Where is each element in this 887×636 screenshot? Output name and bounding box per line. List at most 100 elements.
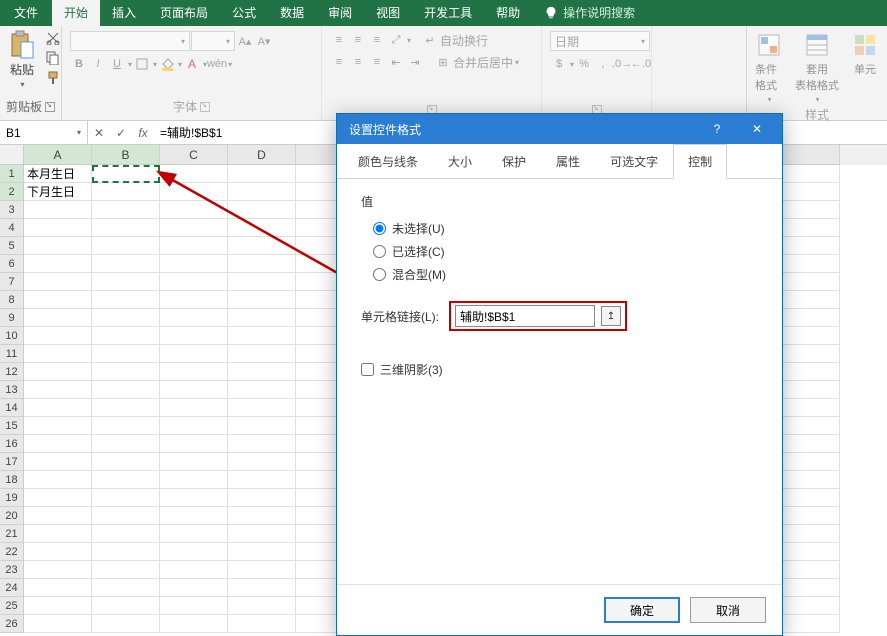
tab-review[interactable]: 审阅 <box>316 0 364 26</box>
row-header-15[interactable]: 15 <box>0 417 24 435</box>
cell[interactable] <box>24 219 92 237</box>
phonetic-button[interactable]: wén <box>208 55 226 73</box>
wrap-text-button[interactable]: ↵ <box>421 31 439 49</box>
cell[interactable] <box>24 381 92 399</box>
cell[interactable] <box>160 309 228 327</box>
tab-properties[interactable]: 属性 <box>541 144 595 179</box>
cell[interactable] <box>92 255 160 273</box>
cell[interactable] <box>92 543 160 561</box>
cell[interactable] <box>228 543 296 561</box>
row-header-17[interactable]: 17 <box>0 453 24 471</box>
tab-insert[interactable]: 插入 <box>100 0 148 26</box>
font-name-combo[interactable]: ▾ <box>70 31 190 51</box>
cell[interactable] <box>24 273 92 291</box>
cell[interactable] <box>160 255 228 273</box>
tab-file[interactable]: 文件 <box>0 0 52 26</box>
comma-button[interactable]: , <box>594 55 612 73</box>
cell[interactable]: 本月生日 <box>24 165 92 183</box>
cell[interactable] <box>228 273 296 291</box>
cell[interactable] <box>92 363 160 381</box>
tab-formulas[interactable]: 公式 <box>220 0 268 26</box>
row-header-23[interactable]: 23 <box>0 561 24 579</box>
tell-me[interactable]: 操作说明搜索 <box>532 0 647 26</box>
conditional-format-button[interactable]: 条件格式▾ <box>751 29 787 106</box>
cell[interactable] <box>228 345 296 363</box>
cell[interactable] <box>160 219 228 237</box>
tab-home[interactable]: 开始 <box>52 0 100 26</box>
tab-protect[interactable]: 保护 <box>487 144 541 179</box>
tab-help[interactable]: 帮助 <box>484 0 532 26</box>
cell[interactable] <box>228 291 296 309</box>
row-header-11[interactable]: 11 <box>0 345 24 363</box>
cell[interactable] <box>160 507 228 525</box>
cell[interactable] <box>160 291 228 309</box>
percent-button[interactable]: % <box>575 55 593 73</box>
cell[interactable] <box>92 615 160 633</box>
row-header-10[interactable]: 10 <box>0 327 24 345</box>
cell[interactable] <box>228 579 296 597</box>
italic-button[interactable]: I <box>89 55 107 73</box>
cell[interactable] <box>24 399 92 417</box>
cell[interactable] <box>92 345 160 363</box>
fill-color-button[interactable] <box>158 55 176 73</box>
cell[interactable] <box>92 399 160 417</box>
cell[interactable] <box>160 399 228 417</box>
row-header-18[interactable]: 18 <box>0 471 24 489</box>
tab-view[interactable]: 视图 <box>364 0 412 26</box>
enter-formula-button[interactable]: ✓ <box>110 122 132 144</box>
font-launcher[interactable] <box>200 102 210 112</box>
row-header-13[interactable]: 13 <box>0 381 24 399</box>
cell[interactable] <box>160 525 228 543</box>
row-header-26[interactable]: 26 <box>0 615 24 633</box>
cell[interactable] <box>24 417 92 435</box>
merge-button[interactable]: ⊞ <box>434 53 452 71</box>
cell[interactable] <box>160 417 228 435</box>
cell[interactable] <box>228 453 296 471</box>
cell[interactable] <box>92 507 160 525</box>
cell[interactable] <box>228 507 296 525</box>
tab-developer[interactable]: 开发工具 <box>412 0 484 26</box>
cell[interactable] <box>92 201 160 219</box>
row-header-7[interactable]: 7 <box>0 273 24 291</box>
row-header-6[interactable]: 6 <box>0 255 24 273</box>
cell[interactable] <box>92 291 160 309</box>
cell[interactable] <box>160 201 228 219</box>
cell[interactable] <box>24 579 92 597</box>
cell[interactable] <box>228 165 296 183</box>
cell[interactable] <box>160 489 228 507</box>
select-all-corner[interactable] <box>0 145 24 165</box>
cell[interactable] <box>92 597 160 615</box>
cell[interactable] <box>228 309 296 327</box>
cell[interactable] <box>92 435 160 453</box>
cell-styles-button[interactable]: 单元 <box>847 29 883 79</box>
cell[interactable] <box>160 435 228 453</box>
row-header-25[interactable]: 25 <box>0 597 24 615</box>
accounting-button[interactable]: $ <box>550 55 568 73</box>
cell[interactable] <box>92 561 160 579</box>
tab-color-lines[interactable]: 颜色与线条 <box>343 144 433 179</box>
cell[interactable] <box>24 327 92 345</box>
underline-button[interactable]: U <box>108 55 126 73</box>
number-format-combo[interactable]: 日期▾ <box>550 31 650 51</box>
cell[interactable] <box>160 165 228 183</box>
cell[interactable] <box>228 201 296 219</box>
format-as-table-button[interactable]: 套用 表格格式▾ <box>791 29 843 106</box>
cell[interactable] <box>24 435 92 453</box>
cell[interactable] <box>228 237 296 255</box>
increase-indent-button[interactable]: ⇥ <box>406 53 424 71</box>
cell[interactable] <box>92 417 160 435</box>
col-header-C[interactable]: C <box>160 145 228 165</box>
cell[interactable] <box>228 417 296 435</box>
cell[interactable] <box>24 615 92 633</box>
shadow-checkbox[interactable] <box>361 363 374 376</box>
cell[interactable] <box>92 579 160 597</box>
paste-button[interactable]: 粘贴 ▾ <box>4 29 40 91</box>
increase-font-button[interactable]: A▴ <box>236 32 254 50</box>
cell[interactable] <box>160 471 228 489</box>
cell[interactable] <box>160 345 228 363</box>
cell[interactable] <box>228 561 296 579</box>
cell[interactable] <box>92 273 160 291</box>
cell[interactable] <box>24 363 92 381</box>
row-header-1[interactable]: 1 <box>0 165 24 183</box>
cell[interactable] <box>24 345 92 363</box>
